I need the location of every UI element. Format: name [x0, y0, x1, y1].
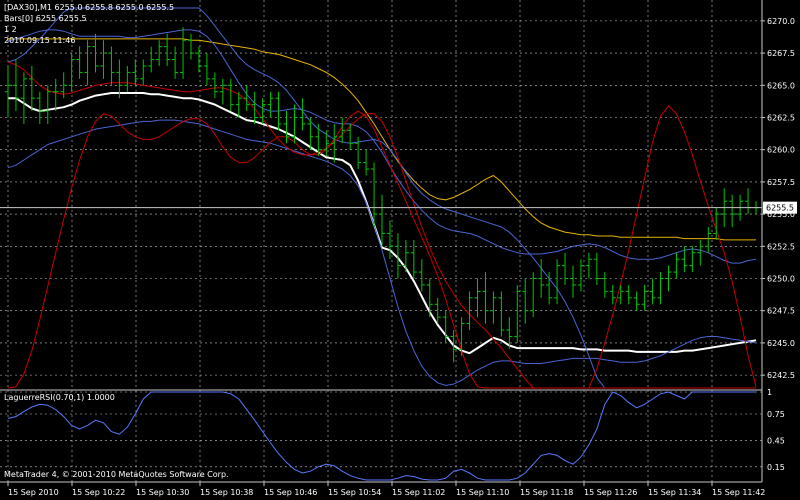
time-tick-label: 15 Sep 10:54 [328, 488, 381, 497]
time-tick-label: 15 Sep 11:34 [648, 488, 701, 497]
price-tick-label: 6245.0 [767, 339, 795, 348]
current-price-text: 6255.5 [766, 204, 794, 213]
price-tick-label: 6262.5 [767, 113, 795, 122]
indicator-tick-label: 0.45 [767, 436, 785, 445]
bars-info: Bars[0] 6255 6255.5 [4, 14, 87, 23]
time-tick-label: 15 Sep 10:46 [264, 488, 317, 497]
time-tick-label: 15 Sep 10:30 [136, 488, 189, 497]
price-tick-label: 6250.0 [767, 275, 795, 284]
time-tick-label: 15 Sep 11:26 [584, 488, 637, 497]
time-tick-label: 15 Sep 11:02 [392, 488, 445, 497]
chart-background [0, 0, 800, 500]
indicator-tick-label: 0.75 [767, 410, 785, 419]
indicator-tick-label: 0.15 [767, 463, 785, 472]
price-tick-label: 6270.0 [767, 17, 795, 26]
time-tick-label: 15 Sep 11:42 [712, 488, 765, 497]
time-tick-label: 15 Sep 2010 [8, 488, 59, 497]
indicator-name: LaguerreRSI(0.70,1) 1.0000 [4, 393, 115, 402]
time-tick-label: 15 Sep 10:38 [200, 488, 253, 497]
symbol-info: [DAX30],M1 6255.0 6255.8 6255.0 6255.5 [4, 3, 174, 12]
price-tick-label: 6252.5 [767, 242, 795, 251]
price-chart[interactable]: 6270.0 6267.5 6265.0 6262.5 6260.0 6257.5 6255… [0, 0, 800, 500]
time-tick-label: 15 Sep 11:10 [456, 488, 509, 497]
copyright-text: MetaTrader 4, © 2001-2010 MetaQuotes Sof… [4, 470, 229, 479]
date-info: 2010.09.15 11:46 [4, 36, 75, 45]
time-tick-label: 15 Sep 10:22 [72, 488, 125, 497]
price-tick-label: 6242.5 [767, 371, 795, 380]
price-tick-label: 6247.5 [767, 307, 795, 316]
current-price-label: 6255.5 [763, 201, 797, 214]
price-tick-label: 6257.5 [767, 178, 795, 187]
price-tick-label: 6260.0 [767, 146, 795, 155]
time-tick-label: 15 Sep 11:18 [520, 488, 573, 497]
indicator-tick-label: 1 [767, 388, 772, 397]
price-tick-label: 6267.5 [767, 49, 795, 58]
params-info: 1 2 [4, 25, 17, 34]
price-tick-label: 6265.0 [767, 81, 795, 90]
